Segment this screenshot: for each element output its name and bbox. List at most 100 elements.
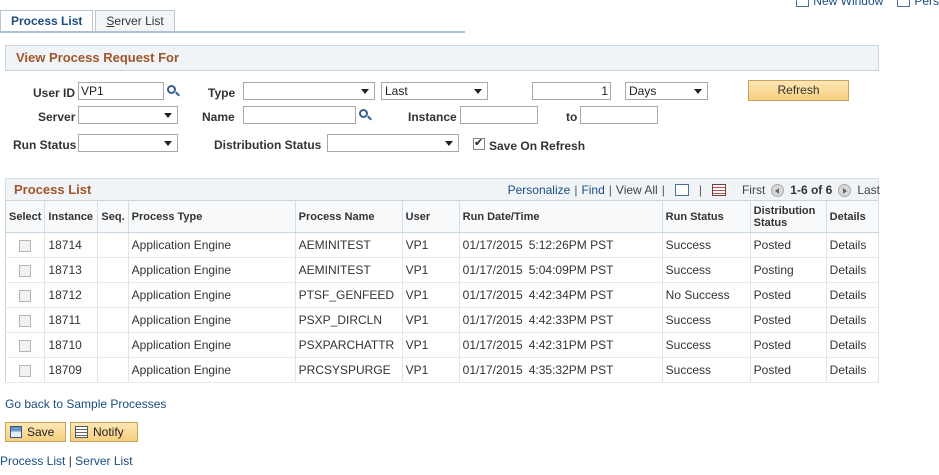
cell-process-name: PSXPARCHATTR: [295, 332, 403, 358]
previous-row-icon[interactable]: [771, 183, 785, 197]
run-date: 01/17/2015: [462, 363, 523, 377]
row-select-checkbox[interactable]: [5, 307, 46, 333]
type-select[interactable]: [243, 82, 375, 100]
cell-distribution-status: Posted: [750, 282, 827, 308]
select-checkbox[interactable]: [19, 264, 32, 277]
next-row-icon[interactable]: [838, 183, 852, 197]
save-on-refresh-label: Save On Refresh: [489, 139, 586, 153]
tab-process-list[interactable]: Process List: [0, 10, 94, 32]
cell-process-name: PSXP_DIRCLN: [295, 307, 403, 333]
name-label: Name: [202, 110, 235, 124]
save-icon: [10, 426, 22, 438]
select-checkbox[interactable]: [19, 289, 32, 302]
name-lookup-icon[interactable]: [358, 108, 372, 122]
col-run-date-time[interactable]: Run Date/Time: [459, 200, 663, 233]
cell-run-date-time: 01/17/2015 5:04:09PM PST: [459, 257, 663, 283]
page-tabs: Process List Server List: [0, 10, 177, 32]
col-seq[interactable]: Seq.: [97, 200, 129, 233]
refresh-button[interactable]: Refresh: [748, 80, 849, 101]
row-select-checkbox[interactable]: [5, 232, 46, 258]
select-checkbox[interactable]: [19, 339, 32, 352]
col-user[interactable]: User: [402, 200, 460, 233]
row-select-checkbox[interactable]: [5, 357, 46, 383]
select-checkbox[interactable]: [19, 364, 32, 377]
last-link[interactable]: Last: [857, 183, 880, 197]
row-select-checkbox[interactable]: [5, 282, 46, 308]
save-on-refresh-checkbox[interactable]: [473, 136, 485, 150]
download-excel-icon[interactable]: [711, 184, 726, 196]
notify-button[interactable]: Notify: [70, 422, 138, 442]
personalize-link[interactable]: Personalize: [508, 183, 571, 197]
select-checkbox[interactable]: [19, 314, 32, 327]
run-time: 4:42:34PM PST: [528, 288, 614, 302]
last-select[interactable]: Last: [381, 82, 488, 100]
cell-user: VP1: [402, 357, 460, 383]
separator: |: [661, 183, 665, 197]
distribution-status-select[interactable]: [327, 134, 459, 152]
new-window-link[interactable]: New Window: [796, 0, 883, 8]
process-list-table: Select Instance Seq. Process Type Proces…: [5, 200, 880, 383]
user-id-label: User ID: [33, 86, 76, 100]
details-link[interactable]: Details: [826, 357, 880, 383]
grid-navigation: Personalize | Find | View All | | First …: [508, 183, 880, 197]
save-button-label: Save: [27, 425, 55, 439]
cell-run-status: Success: [662, 332, 751, 358]
personalize-page-icon: [897, 0, 911, 7]
first-link[interactable]: First: [742, 183, 765, 197]
zoom-grid-icon[interactable]: [674, 184, 689, 196]
row-select-checkbox[interactable]: [5, 332, 46, 358]
find-link[interactable]: Find: [581, 183, 604, 197]
cell-process-type: Application Engine: [128, 307, 296, 333]
user-id-input[interactable]: VP1: [78, 82, 164, 100]
cell-instance: 18713: [44, 257, 99, 283]
details-link[interactable]: Details: [826, 232, 880, 258]
run-date: 01/17/2015: [462, 263, 523, 277]
cell-instance: 18711: [44, 307, 99, 333]
separator: |: [68, 454, 72, 468]
view-all-link[interactable]: View All: [616, 183, 658, 197]
select-checkbox[interactable]: [19, 239, 32, 252]
col-process-name[interactable]: Process Name: [295, 200, 403, 233]
distribution-status-label: Distribution Status: [214, 138, 322, 152]
details-link[interactable]: Details: [826, 282, 880, 308]
user-id-lookup-icon[interactable]: [166, 84, 180, 98]
table-row: 18710 Application Engine PSXPARCHATTR VP1 01…: [5, 332, 880, 358]
col-details: Details: [826, 200, 880, 233]
details-link[interactable]: Details: [826, 332, 880, 358]
personalize-page-link[interactable]: Pers: [897, 0, 939, 8]
cell-seq: [97, 232, 129, 258]
footer-server-list-link[interactable]: Server List: [75, 454, 132, 468]
col-instance[interactable]: Instance: [44, 200, 99, 233]
run-date: 01/17/2015: [462, 313, 523, 327]
run-status-select[interactable]: [78, 134, 178, 152]
details-link[interactable]: Details: [826, 307, 880, 333]
instance-to-input[interactable]: [580, 106, 658, 124]
col-process-type[interactable]: Process Type: [128, 200, 296, 233]
server-select[interactable]: [78, 106, 178, 124]
cell-run-date-time: 01/17/2015 4:42:33PM PST: [459, 307, 663, 333]
save-button[interactable]: Save: [5, 422, 66, 442]
instance-from-input[interactable]: [460, 106, 538, 124]
cell-run-status: Success: [662, 257, 751, 283]
table-header-row: Select Instance Seq. Process Type Proces…: [5, 200, 880, 233]
details-link[interactable]: Details: [826, 257, 880, 283]
cell-seq: [97, 357, 129, 383]
days-unit-select[interactable]: Days: [625, 82, 708, 100]
tab-server-list[interactable]: Server List: [95, 10, 175, 32]
cell-user: VP1: [402, 307, 460, 333]
footer-process-list-link[interactable]: Process List: [0, 454, 65, 468]
instance-label: Instance: [408, 110, 457, 124]
days-count-input[interactable]: 1: [532, 82, 611, 100]
go-back-link[interactable]: Go back to Sample Processes: [5, 397, 166, 411]
cell-run-date-time: 01/17/2015 4:42:31PM PST: [459, 332, 663, 358]
cell-user: VP1: [402, 282, 460, 308]
run-time: 5:04:09PM PST: [528, 263, 614, 277]
name-input[interactable]: [243, 106, 356, 124]
col-run-status[interactable]: Run Status: [662, 200, 751, 233]
col-distribution-status[interactable]: Distribution Status: [750, 200, 827, 233]
cell-run-date-time: 01/17/2015 4:35:32PM PST: [459, 357, 663, 383]
run-time: 4:42:31PM PST: [528, 338, 614, 352]
row-select-checkbox[interactable]: [5, 257, 46, 283]
process-list-title: Process List: [14, 182, 92, 197]
cell-run-status: Success: [662, 232, 751, 258]
